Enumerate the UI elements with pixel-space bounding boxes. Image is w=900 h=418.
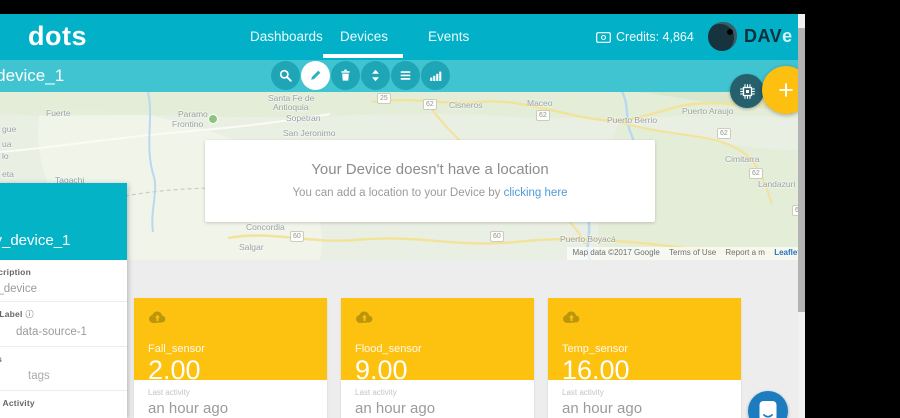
account-name: DAV — [744, 26, 782, 47]
map-label: Frontino — [172, 119, 203, 129]
map-label: Puerto Boyacá — [560, 234, 616, 244]
field-api-label: API Labelⓘ data-source-1 — [0, 302, 127, 347]
last-activity-label: Last activity — [355, 388, 520, 397]
device-actions — [270, 61, 450, 90]
account-menu[interactable]: DAVe ▾ — [708, 22, 805, 51]
info-icon[interactable]: ⓘ — [26, 310, 34, 319]
nav-devices[interactable]: Devices — [340, 29, 388, 44]
top-navbar: dots Dashboards Devices Events Credits: … — [0, 14, 805, 60]
no-location-title: Your Device doesn't have a location — [205, 161, 655, 178]
banknote-icon — [596, 32, 611, 43]
scrollbar-thumb[interactable] — [798, 28, 805, 312]
variable-cards: Fall_sensor 2.00 Last activity an hour a… — [134, 298, 741, 418]
last-activity-value: an hour ago — [148, 400, 313, 417]
cloud-upload-icon — [562, 310, 581, 324]
statistics-button[interactable] — [421, 61, 450, 90]
map-data-credit: Map data ©2017 Google — [573, 248, 660, 257]
cloud-upload-icon — [355, 310, 374, 324]
nav-events[interactable]: Events — [428, 29, 469, 44]
trash-icon — [338, 68, 353, 83]
map-label: Puerto Araujo — [682, 106, 734, 116]
zoom-location-button[interactable] — [271, 61, 300, 90]
last-activity-label: Last activity — [148, 388, 313, 397]
device-title: my_device_1 — [0, 66, 64, 86]
report-link[interactable]: Report a m — [725, 248, 765, 257]
account-avatar — [708, 22, 737, 51]
map-label: San Jeronimo — [283, 128, 335, 138]
device-name: my_device_1 — [0, 232, 70, 249]
device-info-panel: my_device_1 Description my_device API La… — [0, 183, 127, 418]
app-window: dots Dashboards Devices Events Credits: … — [0, 14, 805, 418]
ubidots-logo[interactable]: dots — [28, 21, 87, 52]
nav-dashboards[interactable]: Dashboards — [250, 29, 323, 44]
terms-of-use-link[interactable]: Terms of Use — [669, 248, 716, 257]
up-down-arrows-icon — [368, 68, 383, 83]
no-location-card: Your Device doesn't have a location You … — [205, 140, 655, 222]
vertical-scrollbar[interactable] — [798, 14, 805, 418]
leaflet-link[interactable]: Leaflet — [774, 248, 800, 257]
chip-icon — [739, 83, 756, 100]
edit-device-button[interactable] — [301, 61, 330, 90]
variable-name: Flood_sensor — [355, 343, 520, 355]
map-label: Salgar — [239, 242, 264, 252]
last-activity-label: Last activity — [562, 388, 727, 397]
map-label: eta — [2, 169, 14, 179]
no-location-body: You can add a location to your Device by… — [205, 187, 655, 199]
field-tags: Tags tags — [0, 347, 127, 391]
map-label: Antioquia — [273, 102, 308, 112]
list-icon — [398, 68, 413, 83]
map-label: Cisneros — [449, 100, 483, 110]
map-label: Sopetran — [286, 113, 321, 123]
map-label: Fuerte — [46, 108, 71, 118]
last-activity-value: an hour ago — [355, 400, 520, 417]
search-icon — [278, 68, 293, 83]
clicking-here-link[interactable]: clicking here — [504, 187, 568, 199]
variable-card-temp-sensor[interactable]: Temp_sensor 16.00 Last activity an hour … — [548, 298, 741, 418]
support-chat-button[interactable] — [748, 391, 788, 418]
active-tab-underline — [323, 54, 403, 58]
bar-chart-icon — [428, 68, 443, 83]
cloud-upload-icon — [148, 310, 167, 324]
variable-name: Temp_sensor — [562, 343, 727, 355]
variable-card-fall-sensor[interactable]: Fall_sensor 2.00 Last activity an hour a… — [134, 298, 327, 418]
last-activity-value: an hour ago — [562, 400, 727, 417]
map-label: Puerto Berrio — [607, 115, 657, 125]
route-badge: 62 — [423, 99, 437, 110]
sort-variables-button[interactable] — [361, 61, 390, 90]
route-badge: 25 — [377, 93, 391, 104]
map-label: Concordia — [246, 222, 285, 232]
map-label: Maceo — [527, 98, 553, 108]
field-description: Description my_device — [0, 260, 127, 302]
map-label: Landazuri — [758, 179, 795, 189]
map-attribution: Map data ©2017 Google Terms of Use Repor… — [567, 247, 806, 260]
route-badge: 62 — [536, 110, 550, 121]
route-badge: 62 — [749, 168, 763, 179]
map-label: gue — [2, 124, 16, 134]
device-type-button[interactable] — [730, 74, 764, 108]
route-badge: 62 — [717, 128, 731, 139]
credits-indicator: Credits: 4,864 — [596, 30, 694, 44]
route-badge: 60 — [290, 231, 304, 242]
device-header-bar: my_device_1 — [0, 60, 805, 92]
delete-device-button[interactable] — [331, 61, 360, 90]
route-badge: 60 — [490, 231, 504, 242]
chat-bubble-icon — [756, 399, 780, 418]
map-label: Cimitarra — [725, 154, 759, 164]
variable-card-flood-sensor[interactable]: Flood_sensor 9.00 Last activity an hour … — [341, 298, 534, 418]
list-view-button[interactable] — [391, 61, 420, 90]
credits-label: Credits: 4,864 — [616, 30, 694, 44]
variable-name: Fall_sensor — [148, 343, 313, 355]
field-last-activity: Last Activity — [0, 391, 127, 416]
pencil-icon — [308, 68, 323, 83]
plus-icon: + — [778, 77, 794, 104]
map-label: lo — [2, 151, 9, 161]
device-info-header: my_device_1 — [0, 183, 127, 260]
map-label: ua — [2, 139, 11, 149]
map-label: Paramo — [178, 109, 208, 119]
